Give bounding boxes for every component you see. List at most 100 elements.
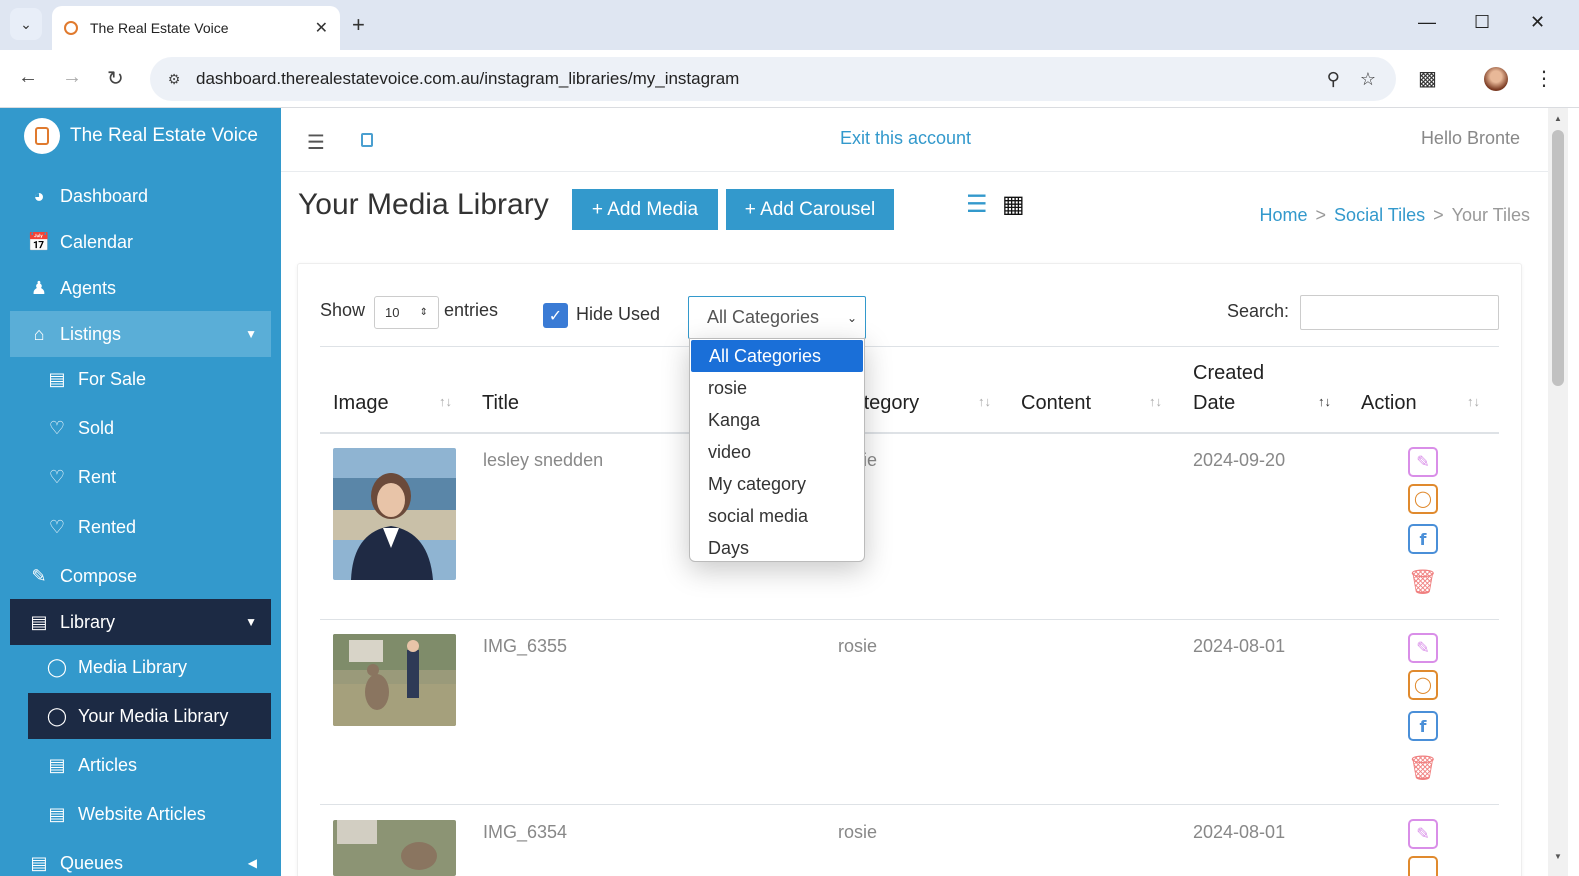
sort-icon[interactable]: ↑↓ bbox=[1467, 394, 1480, 409]
browser-tab[interactable]: The Real Estate Voice ✕ bbox=[52, 6, 340, 50]
caret-icon: ◀ bbox=[247, 856, 257, 870]
row-title: IMG_6354 bbox=[483, 822, 568, 842]
rent-icon: ♡ bbox=[48, 466, 66, 487]
maximize-icon[interactable]: ☐ bbox=[1474, 12, 1490, 33]
header-date[interactable]: Date bbox=[1193, 392, 1235, 415]
scroll-up-icon[interactable]: ▲ bbox=[1554, 114, 1562, 123]
category-option[interactable]: Kanga bbox=[690, 404, 864, 436]
dashboard-icon: ◕ bbox=[33, 185, 45, 206]
category-option[interactable]: My category bbox=[690, 468, 864, 500]
header-title[interactable]: Title bbox=[482, 392, 519, 415]
category-option[interactable]: Days bbox=[690, 532, 864, 564]
sidebar-item-for-sale[interactable]: ▤ For Sale bbox=[28, 356, 271, 402]
sidebar-item-media-library[interactable]: ◯ Media Library bbox=[28, 644, 271, 690]
page-scrollbar[interactable]: ▲ ▼ bbox=[1548, 108, 1568, 876]
sidebar-item-rented[interactable]: ♡ Rented bbox=[28, 504, 271, 550]
sidebar-item-rent[interactable]: ♡ Rent bbox=[28, 454, 271, 500]
topbar-logo[interactable] bbox=[361, 132, 417, 148]
breadcrumb-home[interactable]: Home bbox=[1260, 205, 1308, 226]
sidebar-item-library[interactable]: ▤ Library ▼ bbox=[10, 599, 271, 645]
scroll-down-icon[interactable]: ▼ bbox=[1554, 852, 1562, 861]
site-settings-icon[interactable]: ⚙ bbox=[164, 69, 184, 89]
facebook-icon[interactable]: f bbox=[1408, 711, 1438, 741]
category-option[interactable]: rosie bbox=[690, 372, 864, 404]
sidebar-item-articles[interactable]: ▤ Articles bbox=[28, 742, 271, 788]
hide-used-checkbox[interactable]: ✓ bbox=[543, 303, 568, 328]
category-select[interactable]: All Categories ⌄ bbox=[688, 296, 866, 339]
sidebar-item-website-articles[interactable]: ▤ Website Articles bbox=[28, 791, 271, 837]
exit-account-link[interactable]: Exit this account bbox=[840, 128, 971, 149]
url-text: dashboard.therealestatevoice.com.au/inst… bbox=[196, 69, 740, 88]
instagram-icon[interactable]: ◯ bbox=[1408, 484, 1438, 514]
sidebar-item-label: Library bbox=[60, 611, 116, 632]
edit-icon[interactable]: ✎ bbox=[1408, 447, 1438, 477]
category-option[interactable]: video bbox=[690, 436, 864, 468]
row-image[interactable] bbox=[333, 448, 456, 580]
grid-view-icon[interactable]: ▦ bbox=[1002, 190, 1025, 219]
sidebar-item-calendar[interactable]: 📅 Calendar bbox=[10, 219, 271, 265]
topbar: ☰ Exit this account Hello Bronte bbox=[281, 108, 1548, 172]
house-icon: ⌂ bbox=[33, 323, 45, 344]
tab-list-button[interactable]: ⌄ bbox=[10, 8, 42, 40]
menu-dots-icon[interactable]: ⋮ bbox=[1534, 66, 1554, 91]
edit-icon[interactable]: ✎ bbox=[1408, 633, 1438, 663]
sidebar-item-queues[interactable]: ▤ Queues ◀ bbox=[10, 840, 271, 876]
article-icon: ▤ bbox=[48, 754, 66, 775]
extensions-icon[interactable]: ▩ bbox=[1418, 66, 1437, 91]
sidebar-item-label: Articles bbox=[78, 754, 138, 775]
header-created[interactable]: Created bbox=[1193, 362, 1264, 385]
sidebar-item-sold[interactable]: ♡ Sold bbox=[28, 405, 271, 451]
breadcrumb-social-tiles[interactable]: Social Tiles bbox=[1334, 205, 1425, 226]
sidebar-item-compose[interactable]: ✎ Compose bbox=[10, 553, 271, 599]
brand[interactable]: The Real Estate Voice bbox=[24, 118, 258, 154]
search-input[interactable] bbox=[1300, 295, 1499, 330]
sidebar-item-label: Agents bbox=[60, 277, 117, 298]
reload-icon[interactable]: ↻ bbox=[107, 66, 124, 91]
instagram-icon[interactable]: ◯ bbox=[1408, 670, 1438, 700]
hide-used-label[interactable]: Hide Used bbox=[576, 304, 660, 325]
sort-desc-icon[interactable]: ↑↓ bbox=[1318, 394, 1331, 409]
trash-icon[interactable]: 🗑 bbox=[1408, 753, 1438, 783]
tab-title: The Real Estate Voice bbox=[90, 20, 229, 36]
sidebar-item-listings[interactable]: ⌂ Listings ▼ bbox=[10, 311, 271, 357]
minimize-icon[interactable]: — bbox=[1418, 12, 1436, 33]
sort-icon[interactable]: ↑↓ bbox=[978, 394, 991, 409]
library-icon: ▤ bbox=[30, 611, 48, 632]
sort-icon[interactable]: ↑↓ bbox=[439, 394, 452, 409]
trash-icon[interactable]: 🗑 bbox=[1408, 567, 1438, 597]
new-tab-icon[interactable]: + bbox=[352, 12, 365, 38]
browser-toolbar: ← → ↻ ⚙ dashboard.therealestatevoice.com… bbox=[0, 50, 1579, 108]
header-content[interactable]: Content bbox=[1021, 392, 1091, 415]
edit-icon[interactable]: ✎ bbox=[1408, 819, 1438, 849]
brand-name: The Real Estate Voice bbox=[70, 125, 258, 146]
add-media-button[interactable]: + Add Media bbox=[572, 189, 718, 230]
facebook-icon[interactable]: f bbox=[1408, 524, 1438, 554]
row-image[interactable] bbox=[333, 634, 456, 726]
sidebar-item-label: Sold bbox=[78, 417, 115, 438]
list-view-icon[interactable]: ☰ bbox=[966, 190, 988, 219]
compose-icon: ✎ bbox=[31, 565, 47, 586]
sidebar-item-agents[interactable]: ♟ Agents bbox=[10, 265, 271, 311]
sidebar-item-label: Calendar bbox=[60, 231, 134, 252]
instagram-icon[interactable] bbox=[1408, 856, 1438, 876]
row-image[interactable] bbox=[333, 820, 456, 876]
sidebar-item-your-media-library[interactable]: ◯ Your Media Library bbox=[28, 693, 271, 739]
profile-avatar[interactable] bbox=[1484, 67, 1508, 91]
bookmark-star-icon[interactable]: ☆ bbox=[1360, 69, 1376, 90]
user-media-icon: ◯ bbox=[46, 705, 68, 726]
category-option[interactable]: social media bbox=[690, 500, 864, 532]
hamburger-menu-icon[interactable]: ☰ bbox=[307, 130, 325, 155]
sort-icon[interactable]: ↑↓ bbox=[1149, 394, 1162, 409]
header-image[interactable]: Image bbox=[333, 392, 389, 415]
close-icon[interactable]: ✕ bbox=[315, 18, 328, 38]
add-carousel-button[interactable]: + Add Carousel bbox=[726, 189, 894, 230]
forward-icon[interactable]: → bbox=[62, 66, 82, 89]
entries-select[interactable]: 10 ⇕ bbox=[374, 296, 439, 329]
sidebar-item-dashboard[interactable]: ◕ Dashboard bbox=[10, 173, 271, 219]
address-bar[interactable]: ⚙ dashboard.therealestatevoice.com.au/in… bbox=[150, 57, 1396, 101]
window-close-icon[interactable]: ✕ bbox=[1530, 12, 1545, 33]
zoom-icon[interactable]: ⚲ bbox=[1327, 69, 1340, 90]
scrollbar-thumb[interactable] bbox=[1552, 130, 1564, 386]
back-icon[interactable]: ← bbox=[18, 66, 38, 89]
category-option[interactable]: All Categories bbox=[691, 340, 863, 372]
